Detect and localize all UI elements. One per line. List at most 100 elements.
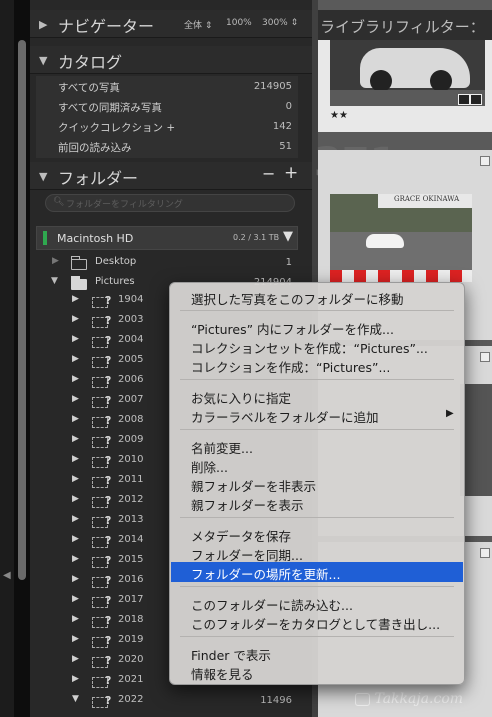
zoom-100-option[interactable]: 100% bbox=[226, 18, 252, 28]
catalog-item-quick-collection[interactable]: クイックコレクション + bbox=[58, 120, 175, 135]
wheel-shape bbox=[370, 70, 392, 92]
catalog-item-previous-import[interactable]: 前回の読み込み bbox=[58, 140, 132, 155]
menu-item-create-collection[interactable]: コレクションを作成：“Pictures”... bbox=[171, 355, 463, 375]
disclosure-triangle-icon[interactable]: ▶ bbox=[72, 654, 79, 664]
disclosure-triangle-icon[interactable]: ▶ bbox=[72, 634, 79, 644]
disclosure-triangle-icon[interactable]: ▶ bbox=[72, 614, 79, 624]
catalog-header[interactable]: ▼ カタログ bbox=[30, 46, 312, 74]
folder-filter-placeholder: フォルダーをフィルタリング bbox=[66, 200, 183, 210]
folder-icon bbox=[71, 276, 87, 290]
disclosure-triangle-icon[interactable]: ▶ bbox=[72, 514, 79, 524]
folder-pictures[interactable]: Pictures bbox=[95, 276, 135, 287]
missing-mark: ? bbox=[105, 334, 112, 347]
menu-item-show-in-finder[interactable]: Finder で表示 bbox=[171, 643, 463, 663]
menu-item-create-collection-set[interactable]: コレクションセットを作成：“Pictures”... bbox=[171, 336, 463, 356]
left-edge-strip bbox=[0, 0, 14, 717]
expand-triangle-icon[interactable]: ▶ bbox=[39, 18, 47, 31]
menu-item-rename[interactable]: 名前変更... bbox=[171, 436, 463, 456]
folders-header[interactable]: ▼ フォルダー − + bbox=[30, 162, 312, 190]
menu-item-delete[interactable]: 削除... bbox=[171, 455, 463, 475]
navigator-header[interactable]: ▶ ナビゲーター 全体 ⇕ 100% 300% ⇕ bbox=[30, 10, 312, 38]
rating-stars[interactable]: ★★ bbox=[330, 110, 348, 121]
menu-item-save-metadata[interactable]: メタデータを保存 bbox=[171, 524, 463, 544]
disclosure-triangle-icon[interactable]: ▶ bbox=[72, 454, 79, 464]
remove-folder-button[interactable]: − bbox=[262, 164, 275, 183]
menu-item-update-folder-location[interactable]: フォルダーの場所を更新... bbox=[171, 562, 463, 582]
menu-item-mark-favorite[interactable]: お気に入りに指定 bbox=[171, 386, 463, 406]
year-folder-label: 2015 bbox=[118, 554, 144, 565]
missing-mark: ? bbox=[105, 434, 112, 447]
menu-separator bbox=[180, 379, 454, 380]
disclosure-triangle-icon[interactable]: ▶ bbox=[72, 314, 79, 324]
folders-title: フォルダー bbox=[58, 169, 139, 188]
missing-mark: ? bbox=[105, 414, 112, 427]
missing-mark: ? bbox=[105, 634, 112, 647]
banner-text: GRACE OKINAWA bbox=[394, 195, 460, 203]
menu-item-get-info[interactable]: 情報を見る bbox=[171, 662, 463, 682]
volume-bar[interactable]: Macintosh HD 0.2 / 3.1 TB ▼ bbox=[36, 226, 298, 250]
menu-item-show-parent[interactable]: 親フォルダーを表示 bbox=[171, 493, 463, 513]
missing-mark: ? bbox=[105, 494, 112, 507]
menu-item-import-to-folder[interactable]: このフォルダーに読み込む... bbox=[171, 593, 463, 613]
disclosure-triangle-icon[interactable]: ▶ bbox=[72, 294, 79, 304]
disclosure-triangle-icon[interactable]: ▶ bbox=[72, 494, 79, 504]
disclosure-triangle-icon[interactable]: ▶ bbox=[72, 574, 79, 584]
disclosure-triangle-icon[interactable]: ▶ bbox=[52, 256, 59, 266]
missing-mark: ? bbox=[105, 614, 112, 627]
disclosure-triangle-icon[interactable]: ▼ bbox=[51, 276, 58, 286]
folder-filter-input[interactable]: 🔍︎ フォルダーをフィルタリング bbox=[45, 194, 295, 212]
library-filter-bar[interactable]: ライブラリフィルター： bbox=[312, 10, 492, 41]
folder-desktop[interactable]: Desktop bbox=[95, 256, 136, 267]
disclosure-triangle-icon[interactable]: ▶ bbox=[72, 374, 79, 384]
collapse-left-panel-icon[interactable]: ◀ bbox=[3, 570, 11, 581]
disclosure-triangle-icon[interactable]: ▶ bbox=[72, 474, 79, 484]
catalog-item-synced[interactable]: すべての同期済み写真 bbox=[58, 100, 162, 115]
badge-icon bbox=[480, 156, 490, 166]
catalog-count-quick-collection: 142 bbox=[272, 121, 292, 132]
watermark-text: Takkaja.com bbox=[374, 691, 464, 707]
disclosure-triangle-icon[interactable]: ▶ bbox=[72, 534, 79, 544]
disclosure-triangle-icon[interactable]: ▶ bbox=[72, 434, 79, 444]
disclosure-triangle-icon[interactable]: ▼ bbox=[72, 694, 79, 704]
panel-scrollbar[interactable] bbox=[18, 40, 26, 580]
disclosure-triangle-icon[interactable]: ▶ bbox=[72, 414, 79, 424]
menu-item-add-color-label[interactable]: カラーラベルをフォルダーに追加 ▶ bbox=[171, 405, 463, 425]
missing-mark: ? bbox=[105, 594, 112, 607]
add-folder-button[interactable]: + bbox=[284, 163, 298, 183]
disclosure-triangle-icon[interactable]: ▶ bbox=[72, 674, 79, 684]
catalog-item-all-photos[interactable]: すべての写真 bbox=[58, 80, 120, 95]
year-folder-count: 11496 bbox=[260, 695, 292, 706]
menu-separator bbox=[180, 310, 454, 311]
zoom-300-option[interactable]: 300% ⇕ bbox=[262, 18, 298, 28]
disclosure-triangle-icon[interactable]: ▶ bbox=[72, 334, 79, 344]
missing-mark: ? bbox=[105, 374, 112, 387]
collapse-triangle-icon[interactable]: ▼ bbox=[39, 170, 47, 183]
badge-icon bbox=[458, 94, 470, 105]
menu-item-create-folder-inside[interactable]: “Pictures” 内にフォルダーを作成... bbox=[171, 317, 463, 337]
disclosure-triangle-icon[interactable]: ▶ bbox=[72, 594, 79, 604]
menu-item-hide-parent[interactable]: 親フォルダーを非表示 bbox=[171, 474, 463, 494]
menu-separator bbox=[180, 429, 454, 430]
menu-item-export-as-catalog[interactable]: このフォルダーをカタログとして書き出し... bbox=[171, 612, 463, 632]
year-folder-label: 2009 bbox=[118, 434, 144, 445]
menu-item-move-selected-photos[interactable]: 選択した写真をこのフォルダーに移動 bbox=[171, 287, 463, 307]
year-folder-label: 2021 bbox=[118, 674, 144, 685]
year-folder-label: 2013 bbox=[118, 514, 144, 525]
photo-thumbnail[interactable]: GRACE OKINAWA bbox=[330, 194, 472, 282]
missing-mark: ? bbox=[105, 554, 112, 567]
folder-icon bbox=[71, 256, 87, 270]
missing-mark: ? bbox=[105, 354, 112, 367]
zoom-fit-option[interactable]: 全体 ⇕ bbox=[184, 18, 212, 31]
disclosure-triangle-icon[interactable]: ▶ bbox=[72, 354, 79, 364]
year-folder-label: 2010 bbox=[118, 454, 144, 465]
year-folder-label: 2014 bbox=[118, 534, 144, 545]
collapse-triangle-icon[interactable]: ▼ bbox=[39, 54, 47, 67]
year-folder-label: 2016 bbox=[118, 574, 144, 585]
disclosure-triangle-icon[interactable]: ▶ bbox=[72, 394, 79, 404]
watermark: Takkaja.com bbox=[355, 691, 463, 707]
menu-item-sync-folder[interactable]: フォルダーを同期... bbox=[171, 543, 463, 563]
volume-menu-icon[interactable]: ▼ bbox=[283, 229, 293, 244]
missing-mark: ? bbox=[105, 514, 112, 527]
disclosure-triangle-icon[interactable]: ▶ bbox=[72, 554, 79, 564]
missing-mark: ? bbox=[105, 654, 112, 667]
